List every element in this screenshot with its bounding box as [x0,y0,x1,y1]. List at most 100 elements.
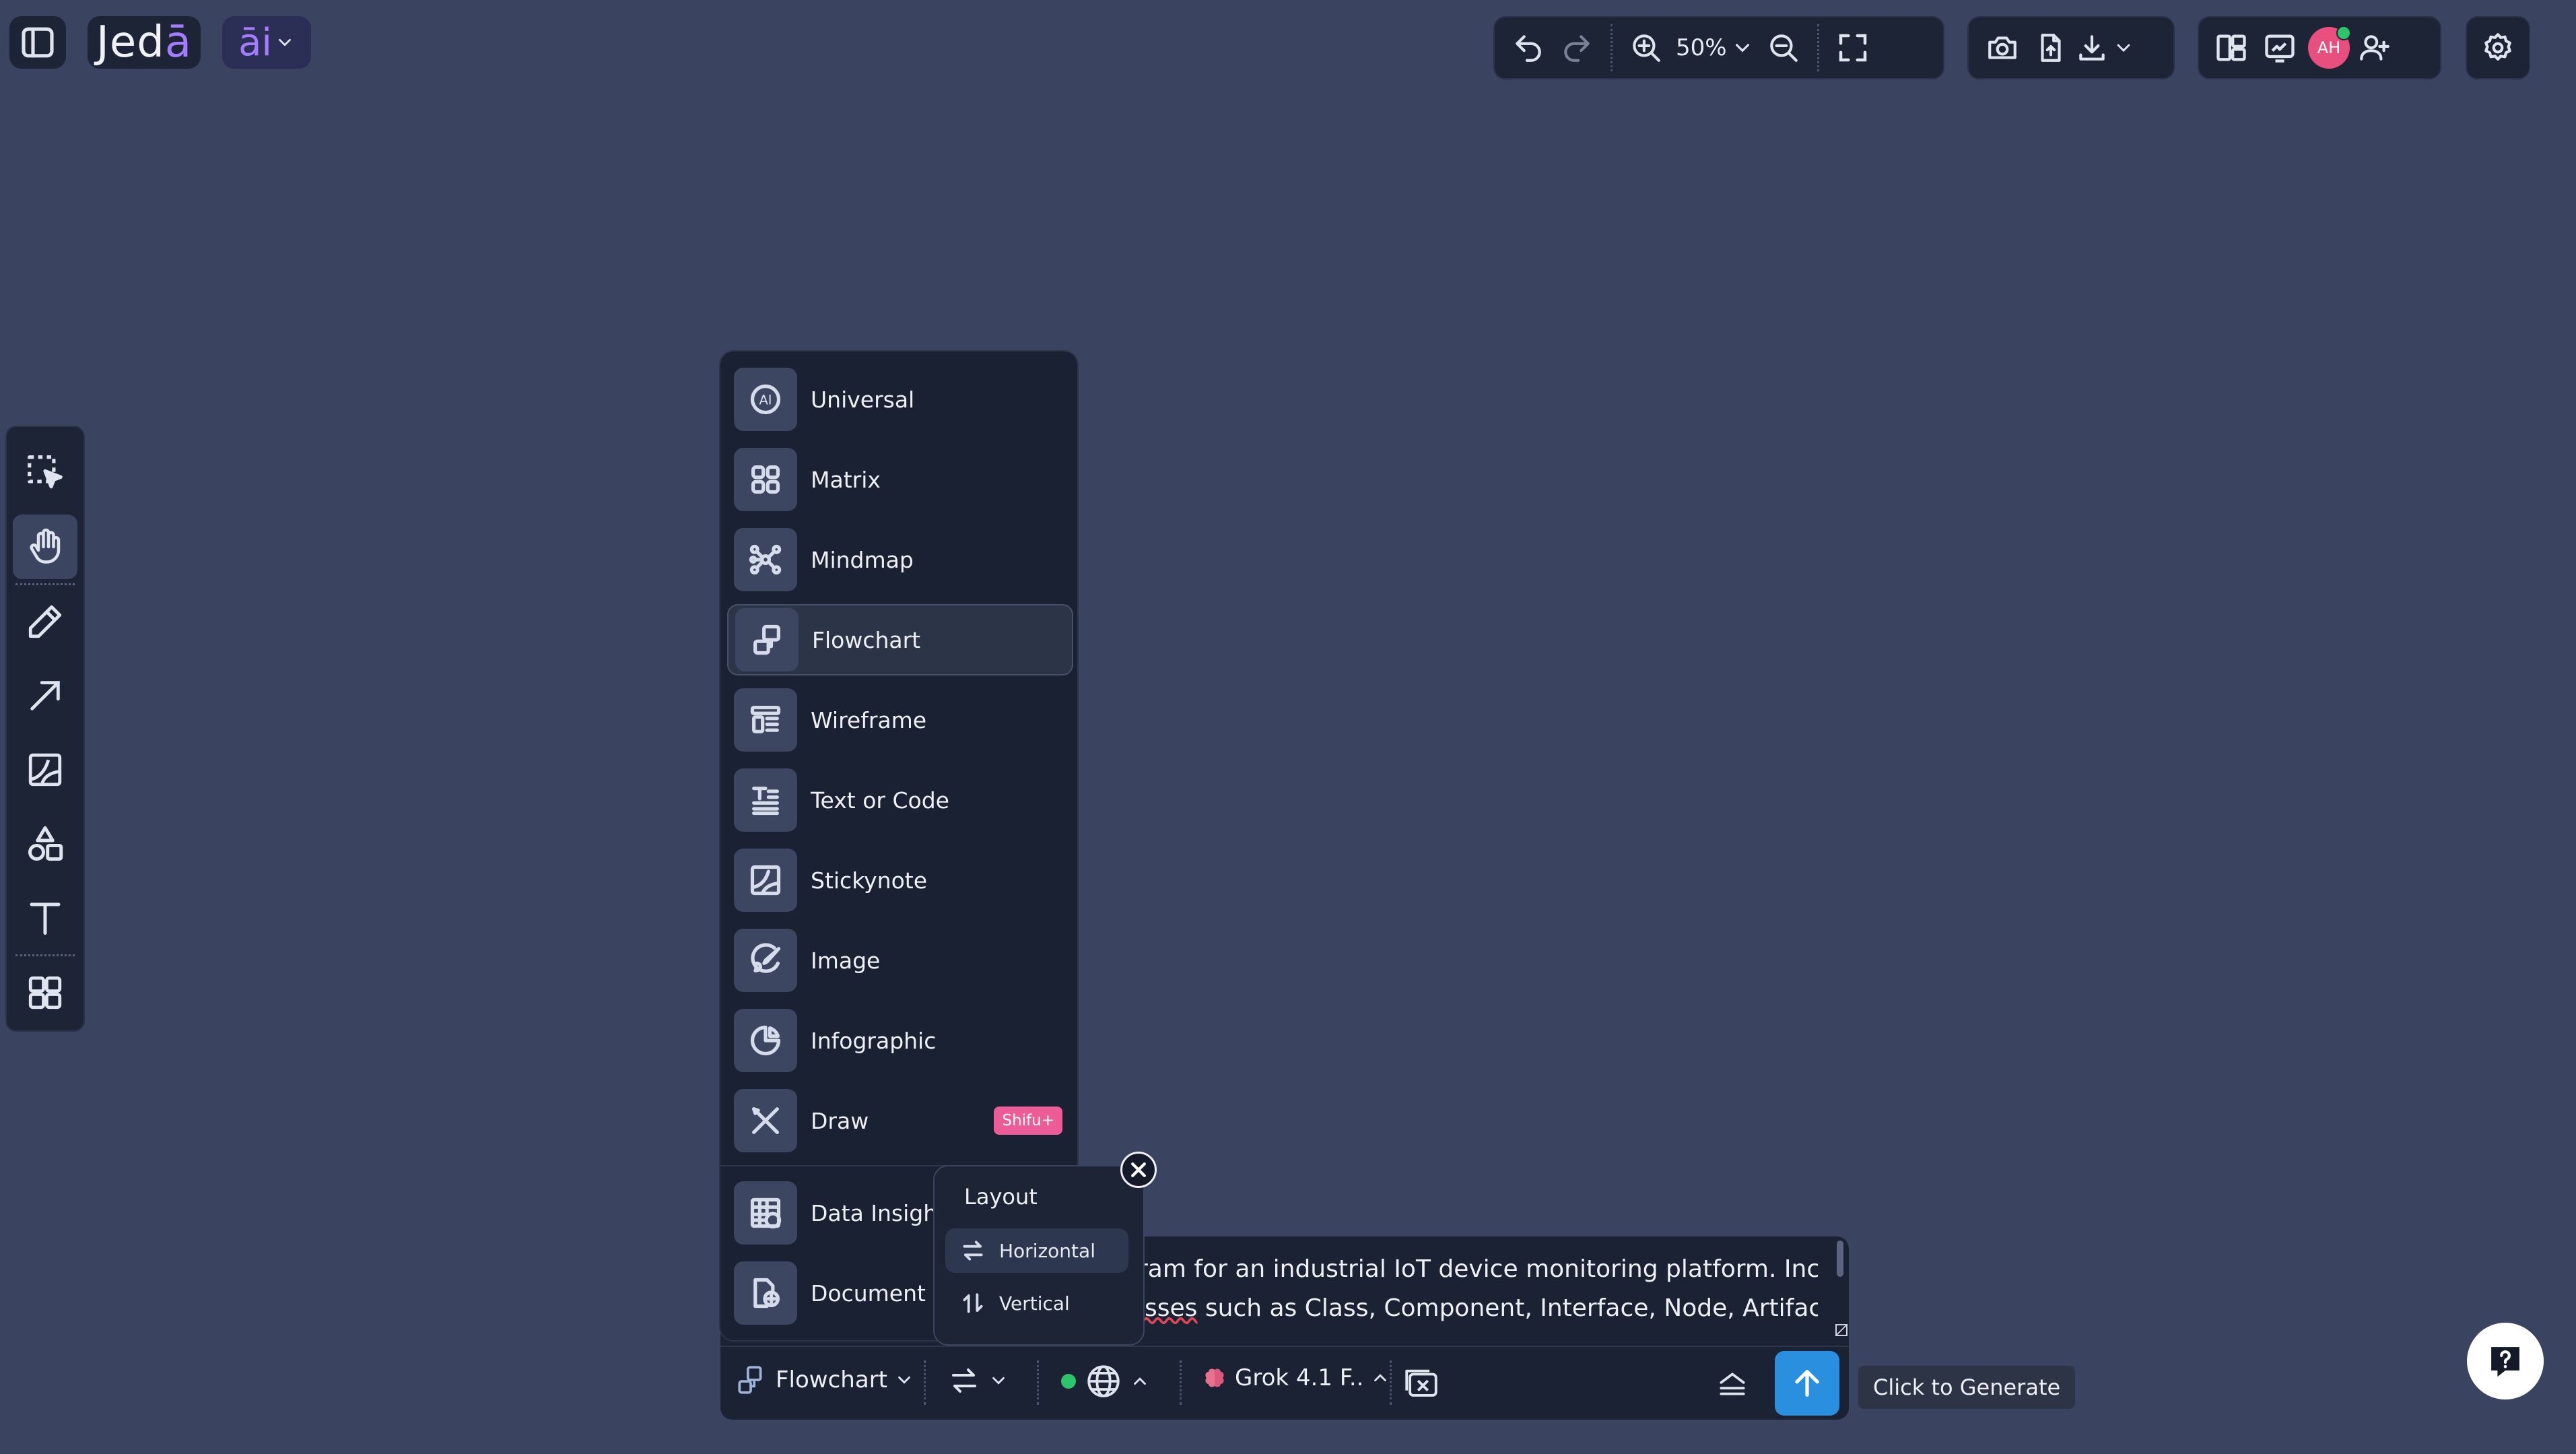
left-toolbar [5,426,85,1032]
menu-item-image[interactable]: Image [727,925,1073,996]
wireframe-icon [734,688,797,752]
menu-item-matrix[interactable]: Matrix [727,444,1073,515]
sidebar-toggle-button[interactable] [9,16,66,69]
web-search-toggle[interactable] [1061,1362,1150,1401]
select-tool[interactable] [13,440,77,505]
stickynote-icon [734,849,797,912]
hand-tool[interactable] [13,515,77,579]
brain-icon [1205,1368,1224,1387]
ai-menu-button[interactable]: āi [222,16,311,69]
swap-vertical-icon [963,1293,983,1313]
presentation-button[interactable] [2256,24,2304,72]
model-dropdown[interactable]: Grok 4.1 F.. [1202,1364,1390,1391]
shapes-icon [28,826,63,861]
menu-label: Document Ir [811,1280,949,1307]
collapse-button[interactable] [1716,1367,1749,1401]
menu-item-wireframe[interactable]: Wireframe [727,684,1073,756]
image-brush-icon [734,929,797,992]
zoom-level: 50% [1676,34,1727,61]
tooltip-text: Click to Generate [1873,1375,2061,1400]
panels-icon [2216,34,2246,61]
settings-button[interactable] [2474,24,2522,72]
layout-option-horizontal[interactable]: Horizontal [945,1228,1128,1273]
menu-item-text-or-code[interactable]: Text or Code [727,764,1073,836]
menu-item-universal[interactable]: AI Universal [727,364,1073,435]
help-button[interactable] [2467,1323,2544,1400]
menu-label: Data Insight [811,1199,947,1226]
hand-icon [30,528,61,564]
layout-dropdown[interactable] [948,1364,1009,1397]
chat-icon [1405,1369,1437,1397]
camera-icon [1988,36,2016,59]
layout-panels-button[interactable] [2207,24,2256,72]
grid-icon [734,448,797,511]
menu-item-mindmap[interactable]: Mindmap [727,524,1073,595]
chevron-up-icon [1374,1374,1387,1382]
avatar[interactable]: AH [2308,26,2351,69]
export-toolbar [1967,16,2175,79]
menu-item-infographic[interactable]: Infographic [727,1005,1073,1076]
gear-icon [2484,33,2511,61]
chevron-down-icon [1735,44,1749,53]
fullscreen-icon [1839,34,1866,62]
ai-circle-icon: AI [734,368,797,431]
zoom-level-dropdown[interactable]: 50% [1676,34,1754,61]
mode-dropdown[interactable]: Flowchart [734,1363,914,1397]
grid-icon [28,976,62,1010]
download-icon [2079,35,2105,61]
prompt-line-2: isses such as Class, Component, Interfac… [1138,1294,1818,1322]
add-user-icon [2360,35,2389,61]
prompt-input[interactable]: ram for an industrial IoT device monitor… [1138,1250,1818,1344]
chat-history-button[interactable] [1402,1364,1441,1403]
generate-button[interactable] [1775,1351,1839,1416]
resize-handle[interactable] [1835,1324,1848,1336]
image-frame-icon [28,753,62,787]
divider [1390,1360,1392,1405]
add-user-button[interactable] [2350,24,2398,72]
shapes-tool[interactable] [13,812,77,876]
text-tool[interactable] [13,886,77,950]
menu-item-flowchart[interactable]: Flowchart [727,604,1073,675]
settings-toolbar [2466,16,2530,79]
infographic-icon [734,1009,797,1072]
undo-icon [1516,35,1541,62]
data-table-icon [734,1181,797,1245]
templates-tool[interactable] [13,960,77,1025]
zoom-out-button[interactable] [1759,24,1808,72]
mindmap-icon [734,528,797,591]
menu-item-draw[interactable]: Draw Shifu+ [727,1085,1073,1156]
download-dropdown[interactable] [2075,31,2134,65]
menu-label: Image [811,947,881,974]
menu-label: Infographic [811,1027,937,1054]
pen-tool[interactable] [13,589,77,654]
arrow-icon [30,681,60,711]
upload-button[interactable] [2027,24,2075,72]
chevron-down-icon [992,1377,1005,1385]
text-icon [30,902,61,935]
screenshot-button[interactable] [1978,24,2027,72]
zoom-in-icon [1633,34,1660,62]
jeda-logo[interactable]: Jedā [88,16,201,69]
close-layout-popup-button[interactable] [1120,1152,1157,1188]
chevron-down-icon [275,32,295,53]
generate-tooltip: Click to Generate [1858,1366,2076,1409]
ai-label: āi [238,20,272,65]
layout-option-vertical[interactable]: Vertical [945,1281,1128,1325]
sidebar-panel-icon [19,24,57,61]
flowchart-icon [738,1366,762,1394]
redo-button[interactable] [1553,24,1601,72]
prompt-scrollbar[interactable] [1837,1241,1843,1277]
arrow-tool[interactable] [13,663,77,728]
fit-screen-button[interactable] [1829,24,1877,72]
image-tool[interactable] [13,737,77,802]
pencil-icon [28,605,62,638]
layout-popup-title: Layout [964,1184,1038,1210]
zoom-in-button[interactable] [1622,24,1670,72]
option-label: Horizontal [999,1239,1095,1262]
draw-icon [734,1089,797,1152]
chevron-up-icon [1134,1377,1146,1385]
close-icon [1131,1162,1146,1177]
prompt-line-1: ram for an industrial IoT device monitor… [1138,1255,1818,1283]
undo-button[interactable] [1504,24,1553,72]
menu-item-stickynote[interactable]: Stickynote [727,845,1073,916]
